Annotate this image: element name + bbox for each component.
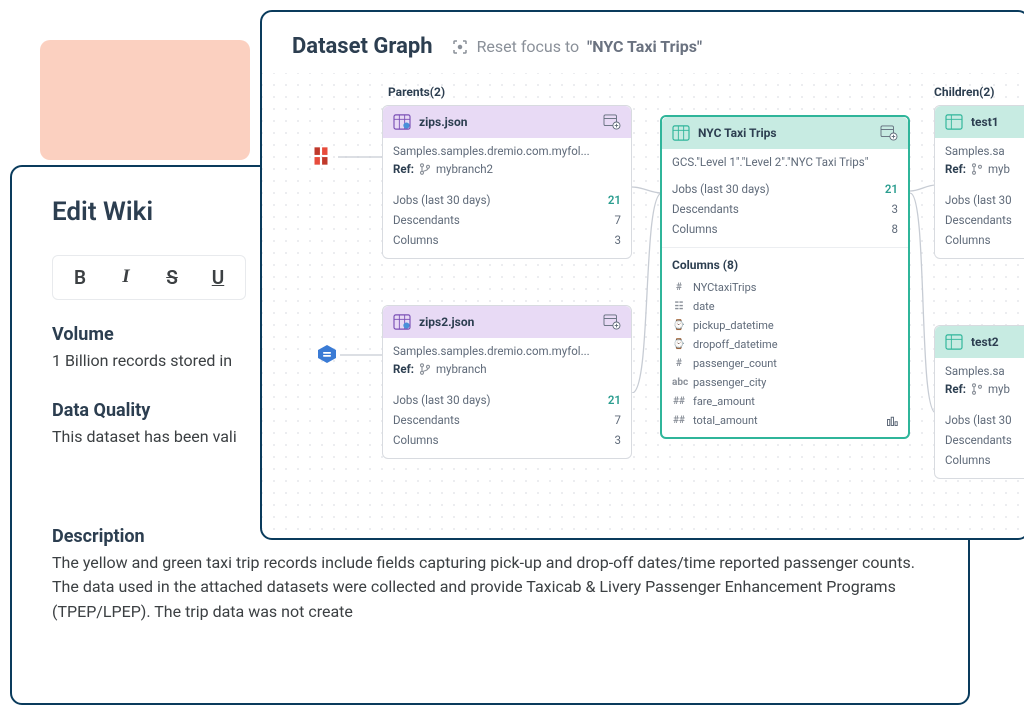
children-label: Children(2) (934, 85, 994, 99)
column-row: #passenger_count (662, 354, 908, 373)
card-title: zips2.json (419, 315, 595, 329)
jobs-link[interactable]: 21 (608, 393, 621, 407)
branch-icon (419, 363, 431, 375)
child-card-test2[interactable]: test2 Samples.sa Ref: myb Jobs (last 30 … (934, 325, 1024, 479)
graph-header: Dataset Graph Reset focus to "NYC Taxi T… (262, 12, 1024, 73)
focus-icon (451, 38, 469, 56)
add-table-icon[interactable] (603, 314, 621, 330)
column-row: abcpassenger_city (662, 373, 908, 392)
branch-icon (971, 383, 983, 395)
card-ref: Ref: myb (935, 162, 1024, 184)
jobs-link[interactable]: 21 (608, 193, 621, 207)
child-card-test1[interactable]: test1 Samples.sa Ref: myb Jobs (last 30 … (934, 105, 1024, 259)
underline-button[interactable]: U (207, 266, 229, 289)
parent-card-zips2-json[interactable]: zips2.json Samples.samples.dremio.com.my… (382, 305, 632, 459)
source-icon-gcs[interactable] (312, 339, 342, 369)
card-path: Samples.sa (935, 358, 1024, 382)
reset-target: "NYC Taxi Trips" (587, 37, 702, 56)
card-ref: Ref: mybranch2 (383, 162, 631, 184)
graph-title: Dataset Graph (292, 34, 433, 59)
bold-button[interactable]: B (69, 266, 91, 289)
wiki-section-description: Description The yellow and green taxi tr… (52, 526, 928, 625)
reset-prefix: Reset focus to (477, 37, 580, 56)
column-row: ##total_amount (662, 411, 908, 437)
table-icon (672, 125, 690, 141)
focus-card-nyc-taxi[interactable]: NYC Taxi Trips GCS."Level 1"."Level 2"."… (660, 115, 910, 439)
table-icon (945, 114, 963, 130)
card-path: Samples.samples.dremio.com.myfol... (383, 338, 631, 362)
strike-button[interactable]: S (161, 266, 183, 289)
source-icon-aws[interactable] (306, 141, 336, 171)
table-icon (945, 334, 963, 350)
card-title: test1 (971, 115, 1024, 129)
columns-heading: Columns (8) (662, 247, 908, 278)
card-ref: Ref: mybranch (383, 362, 631, 384)
add-table-icon[interactable] (603, 114, 621, 130)
parents-label: Parents(2) (388, 85, 445, 99)
expand-icon[interactable] (886, 415, 898, 427)
dataset-graph-panel: Dataset Graph Reset focus to "NYC Taxi T… (260, 10, 1024, 540)
card-path: Samples.sa (935, 138, 1024, 162)
column-row: #NYCtaxiTrips (662, 278, 908, 297)
card-title: zips.json (419, 115, 595, 129)
column-row: ##fare_amount (662, 392, 908, 411)
graph-canvas[interactable]: Parents(2) Children(2) zips.json Samples… (262, 73, 1024, 533)
card-path: GCS."Level 1"."Level 2"."NYC Taxi Trips" (662, 149, 908, 173)
column-row: ⌚dropoff_datetime (662, 335, 908, 354)
card-ref: Ref: myb (935, 382, 1024, 404)
format-toolbar: B I S U (52, 255, 246, 300)
card-title: NYC Taxi Trips (698, 126, 872, 140)
italic-button[interactable]: I (115, 266, 137, 289)
decorative-block (40, 40, 250, 160)
branch-icon (971, 163, 983, 175)
column-row: ☷date (662, 297, 908, 316)
jobs-link[interactable]: 21 (885, 182, 898, 196)
card-title: test2 (971, 335, 1024, 349)
table-icon (393, 114, 411, 130)
table-icon (393, 314, 411, 330)
branch-icon (419, 163, 431, 175)
section-body[interactable]: The yellow and green taxi trip records i… (52, 551, 928, 625)
card-path: Samples.samples.dremio.com.myfol... (383, 138, 631, 162)
parent-card-zips-json[interactable]: zips.json Samples.samples.dremio.com.myf… (382, 105, 632, 259)
add-table-icon[interactable] (880, 125, 898, 141)
column-row: ⌚pickup_datetime (662, 316, 908, 335)
reset-focus-button[interactable]: Reset focus to "NYC Taxi Trips" (451, 37, 703, 56)
